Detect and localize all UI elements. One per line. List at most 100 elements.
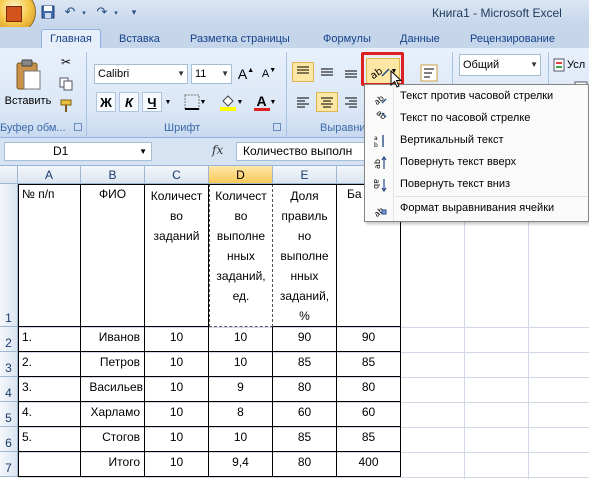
format-painter-icon[interactable]: [58, 98, 74, 114]
number-format-combo[interactable]: Общий ▼: [459, 54, 541, 76]
cell-e1[interactable]: Доля правиль но выполне нных заданий, %: [273, 184, 337, 327]
save-icon[interactable]: [40, 5, 56, 21]
cell-c5[interactable]: 10: [145, 402, 209, 427]
column-header-c[interactable]: C: [145, 166, 209, 184]
cell-b7[interactable]: Итого: [81, 452, 145, 477]
cell-c1[interactable]: Количест во заданий: [145, 184, 209, 327]
cell-d1[interactable]: Количест во выполне нных заданий, ед.: [209, 184, 273, 327]
paste-button[interactable]: Вставить: [4, 52, 52, 114]
cell-e6[interactable]: 85: [273, 427, 337, 452]
row-header-3[interactable]: 3: [0, 352, 18, 377]
column-header-a[interactable]: A: [18, 166, 81, 184]
cell-a4[interactable]: 3.: [19, 377, 81, 402]
cell-a1[interactable]: № п/п: [19, 184, 81, 327]
cell-f7[interactable]: 400: [337, 452, 401, 477]
cell-a3[interactable]: 2.: [19, 352, 81, 377]
select-all-corner[interactable]: [0, 166, 18, 184]
cell-d4[interactable]: 9: [209, 377, 273, 402]
redo-dropdown-icon[interactable]: ▾: [108, 5, 124, 21]
cell-c2[interactable]: 10: [145, 327, 209, 352]
cell-b3[interactable]: Петров: [81, 352, 145, 377]
shrink-font-button[interactable]: A ▼: [260, 64, 278, 84]
tab-insert[interactable]: Вставка: [119, 30, 160, 48]
cell-b4[interactable]: Васильев: [81, 377, 145, 402]
tab-home[interactable]: Главная: [41, 29, 101, 49]
cell-c6[interactable]: 10: [145, 427, 209, 452]
undo-dropdown-icon[interactable]: ▾: [76, 5, 92, 21]
font-dialog-launcher-icon[interactable]: [273, 123, 281, 131]
menu-item-vertical-text[interactable]: ab Вертикальный текст: [365, 130, 589, 152]
tab-page-layout[interactable]: Разметка страницы: [190, 30, 290, 48]
font-name-combo[interactable]: Calibri ▼: [94, 64, 188, 84]
column-header-e[interactable]: E: [273, 166, 337, 184]
menu-item-label: Вертикальный текст: [400, 134, 504, 146]
font-size-combo[interactable]: 11 ▼: [191, 64, 232, 84]
align-left-button[interactable]: [292, 92, 314, 112]
row-header-2[interactable]: 2: [0, 327, 18, 352]
underline-button[interactable]: Ч: [142, 92, 162, 112]
clipboard-dialog-launcher-icon[interactable]: [74, 123, 82, 131]
align-center-button[interactable]: [316, 92, 338, 112]
align-middle-button[interactable]: [316, 62, 338, 82]
cell-e2[interactable]: 90: [273, 327, 337, 352]
cell-c4[interactable]: 10: [145, 377, 209, 402]
menu-item-rotate-cw[interactable]: ab Текст по часовой стрелке: [365, 108, 589, 130]
cell-b1[interactable]: ФИО: [81, 184, 145, 327]
tab-data[interactable]: Данные: [400, 30, 440, 48]
cell-f3[interactable]: 85: [337, 352, 401, 377]
italic-button[interactable]: К: [119, 92, 139, 112]
borders-button[interactable]: ▼: [180, 92, 210, 112]
name-box[interactable]: D1 ▼: [4, 142, 152, 161]
cell-d6[interactable]: 10: [209, 427, 273, 452]
rotate-up-text-icon: ab: [371, 155, 387, 171]
tab-review[interactable]: Рецензирование: [470, 30, 555, 48]
column-header-d[interactable]: D: [209, 166, 273, 184]
wrap-text-button[interactable]: [418, 62, 440, 84]
bold-button[interactable]: Ж: [96, 92, 116, 112]
cell-b2[interactable]: Иванов: [81, 327, 145, 352]
fill-color-button[interactable]: ▼: [216, 92, 246, 112]
row-header-1[interactable]: 1: [0, 184, 18, 327]
cell-e7[interactable]: 80: [273, 452, 337, 477]
menu-item-format-cells-alignment[interactable]: ab Формат выравнивания ячейки: [365, 198, 589, 220]
row-header-5[interactable]: 5: [0, 402, 18, 427]
copy-icon[interactable]: [58, 76, 74, 92]
align-right-button[interactable]: [340, 92, 362, 112]
menu-item-rotate-up[interactable]: ab Повернуть текст вверх: [365, 152, 589, 174]
cell-c3[interactable]: 10: [145, 352, 209, 377]
cut-icon[interactable]: ✂: [58, 54, 74, 70]
cell-d2[interactable]: 10: [209, 327, 273, 352]
cell-a5[interactable]: 4.: [19, 402, 81, 427]
cell-f2[interactable]: 90: [337, 327, 401, 352]
cell-b6[interactable]: Стогов: [81, 427, 145, 452]
menu-item-rotate-ccw[interactable]: ab Текст против часовой стрелки: [365, 86, 589, 108]
tab-formulas[interactable]: Формулы: [323, 30, 371, 48]
menu-item-rotate-down[interactable]: ab Повернуть текст вниз: [365, 174, 589, 196]
conditional-format-button[interactable]: Усл: [553, 56, 589, 74]
font-color-button[interactable]: A ▼: [250, 92, 280, 112]
align-bottom-button[interactable]: [340, 62, 362, 82]
cell-b5[interactable]: Харламо: [81, 402, 145, 427]
cell-d7[interactable]: 9,4: [209, 452, 273, 477]
cell-e5[interactable]: 60: [273, 402, 337, 427]
underline-dropdown-icon[interactable]: ▼: [163, 94, 173, 110]
cell-e3[interactable]: 85: [273, 352, 337, 377]
row-header-6[interactable]: 6: [0, 427, 18, 452]
cell-c7[interactable]: 10: [145, 452, 209, 477]
align-top-button[interactable]: [292, 62, 314, 82]
column-header-b[interactable]: B: [81, 166, 145, 184]
cell-a2[interactable]: 1.: [19, 327, 81, 352]
row-header-7[interactable]: 7: [0, 452, 18, 477]
cell-f5[interactable]: 60: [337, 402, 401, 427]
cell-a7[interactable]: [19, 452, 81, 477]
row-header-4[interactable]: 4: [0, 377, 18, 402]
cell-d3[interactable]: 10: [209, 352, 273, 377]
insert-function-icon[interactable]: fx: [212, 143, 223, 157]
cell-f6[interactable]: 85: [337, 427, 401, 452]
cell-f4[interactable]: 80: [337, 377, 401, 402]
cell-a6[interactable]: 5.: [19, 427, 81, 452]
grow-font-button[interactable]: A ▲: [237, 64, 255, 84]
cell-e4[interactable]: 80: [273, 377, 337, 402]
cell-d5[interactable]: 8: [209, 402, 273, 427]
customize-qat-icon[interactable]: ▾: [126, 5, 142, 21]
